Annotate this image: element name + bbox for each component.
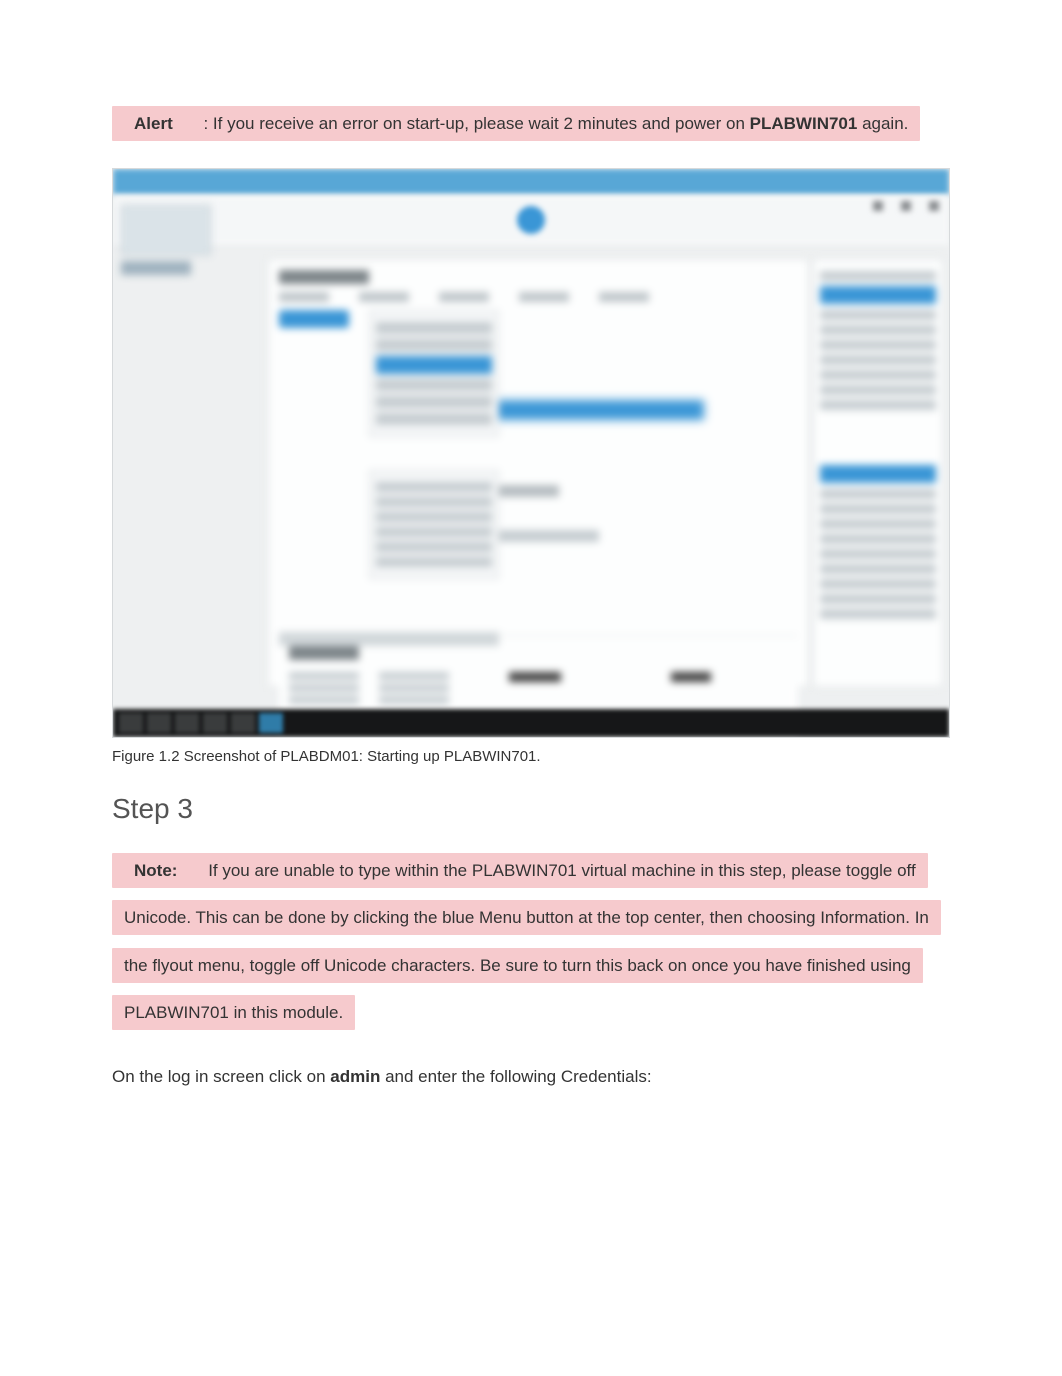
- right-item: [820, 579, 936, 589]
- ss-field-label: [489, 485, 559, 497]
- tab-item: [279, 292, 329, 302]
- instruction-bold: admin: [330, 1067, 380, 1086]
- figure-caption: Figure 1.2 Screenshot of PLABDM01: Start…: [112, 748, 950, 765]
- right-item: [820, 504, 936, 514]
- right-item: [820, 271, 936, 281]
- maximize-icon: [901, 201, 911, 211]
- ss-tabs: [279, 292, 798, 302]
- menu-item: [376, 413, 492, 425]
- step-heading: Step 3: [112, 793, 950, 825]
- menu-item: [376, 482, 492, 492]
- alert-text-2: again.: [857, 114, 908, 133]
- ss-taskbar: [113, 709, 949, 737]
- ss-line: [379, 684, 449, 692]
- ss-submenu: [369, 470, 499, 579]
- right-header: [820, 465, 936, 483]
- ss-context-menu: [369, 310, 499, 437]
- ss-center-panel: [268, 259, 809, 687]
- note-block: Note: If you are unable to type within t…: [112, 847, 950, 1037]
- right-item: [820, 310, 936, 320]
- menu-item-selected: [376, 356, 492, 374]
- taskbar-item: [203, 713, 227, 733]
- right-item: [820, 355, 936, 365]
- note-text: If you are unable to type within the PLA…: [124, 861, 929, 1023]
- menu-item: [376, 542, 492, 552]
- right-item: [820, 549, 936, 559]
- menu-item: [376, 396, 492, 408]
- menu-item: [376, 497, 492, 507]
- ss-line: [289, 684, 359, 692]
- ss-black-label: [671, 672, 711, 682]
- ss-status-row: [279, 632, 499, 646]
- tab-item: [599, 292, 649, 302]
- ss-line: [379, 672, 449, 680]
- menu-button-icon: [517, 206, 545, 234]
- alert-host: PLABWIN701: [750, 114, 858, 133]
- menu-item: [376, 322, 492, 334]
- ss-line: [289, 696, 359, 704]
- ss-highlight-bar: [484, 400, 704, 420]
- right-item: [820, 564, 936, 574]
- right-item: [820, 519, 936, 529]
- right-item: [820, 325, 936, 335]
- figure-screenshot: [112, 168, 950, 738]
- tab-item: [439, 292, 489, 302]
- taskbar-item: [231, 713, 255, 733]
- ss-bottom-title: [289, 646, 359, 660]
- ss-black-label: [509, 672, 561, 682]
- taskbar-item: [147, 713, 171, 733]
- alert-label: Alert: [124, 106, 183, 141]
- figure-screenshot-wrap: [112, 168, 950, 738]
- right-item: [820, 594, 936, 604]
- instruction-part1: On the log in screen click on: [112, 1067, 330, 1086]
- ss-left-panel: [121, 205, 241, 275]
- ss-right-panel: [813, 259, 943, 687]
- taskbar-item: [119, 713, 143, 733]
- right-item: [820, 385, 936, 395]
- menu-item: [376, 557, 492, 567]
- tab-item: [519, 292, 569, 302]
- taskbar-item: [175, 713, 199, 733]
- ss-line: [289, 672, 359, 680]
- alert-text-1: : If you receive an error on start-up, p…: [203, 114, 749, 133]
- right-header: [820, 286, 936, 304]
- menu-item: [376, 339, 492, 351]
- vm-thumbnail: [121, 205, 211, 255]
- right-item: [820, 609, 936, 619]
- menu-item: [376, 379, 492, 391]
- ss-line: [379, 696, 449, 704]
- right-item: [820, 400, 936, 410]
- ss-primary-pill: [279, 310, 349, 328]
- instruction-part2: and enter the following Credentials:: [380, 1067, 651, 1086]
- minimize-icon: [873, 201, 883, 211]
- taskbar-item-active: [259, 713, 283, 733]
- ss-panel-title: [279, 270, 369, 284]
- right-item: [820, 489, 936, 499]
- tab-item: [359, 292, 409, 302]
- ss-field-label: [489, 530, 599, 542]
- alert-block: Alert : If you receive an error on start…: [112, 100, 950, 148]
- login-instruction: On the log in screen click on admin and …: [112, 1063, 950, 1090]
- vm-label: [121, 261, 191, 275]
- right-item: [820, 370, 936, 380]
- menu-item: [376, 527, 492, 537]
- window-controls: [873, 201, 939, 211]
- ss-titlebar: [113, 169, 949, 195]
- close-icon: [929, 201, 939, 211]
- note-label: Note:: [124, 853, 187, 888]
- right-item: [820, 340, 936, 350]
- menu-item: [376, 512, 492, 522]
- right-item: [820, 534, 936, 544]
